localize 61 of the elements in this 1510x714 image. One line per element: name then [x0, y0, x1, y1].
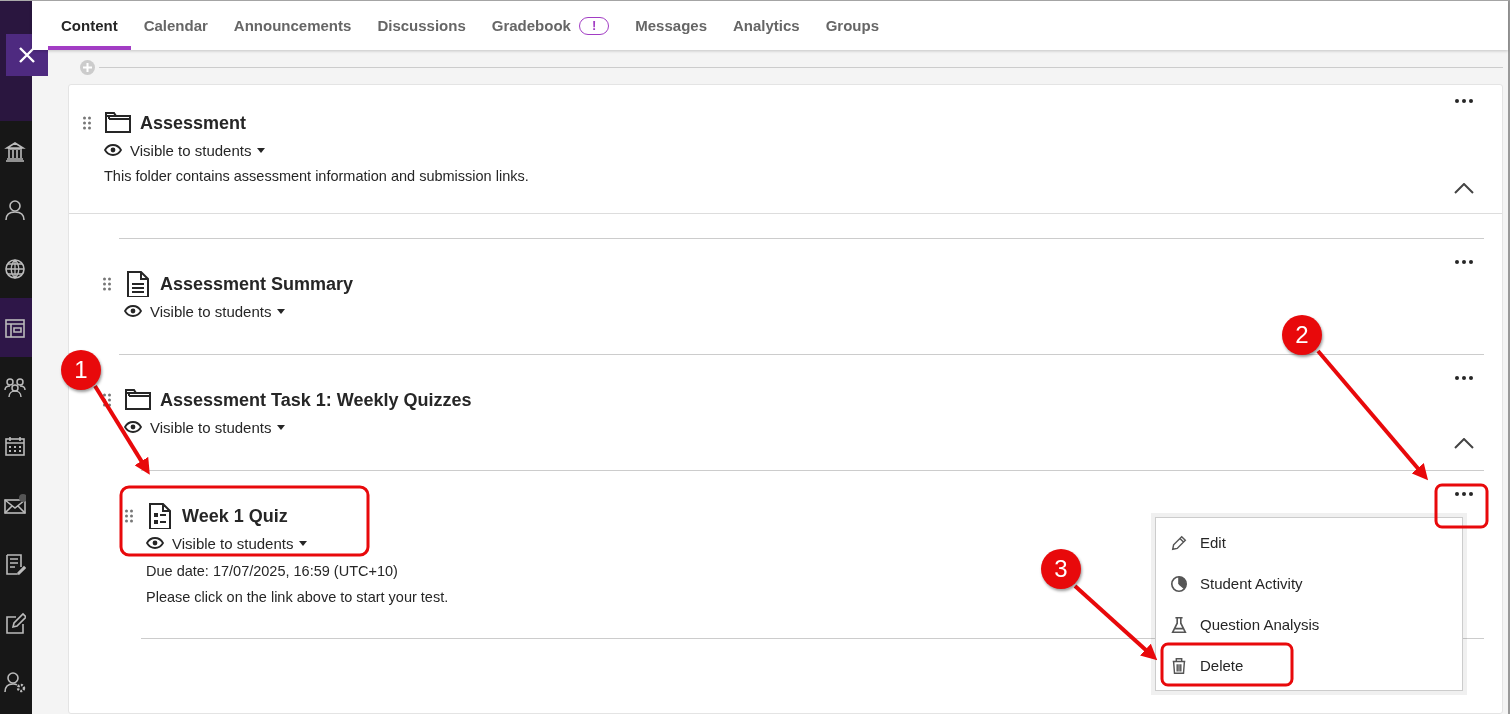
pencil-icon [1170, 533, 1188, 552]
drag-handle-icon[interactable] [103, 277, 111, 291]
item-description: Due date: 17/07/2025, 16:59 (UTC+10) [146, 562, 398, 581]
collapse-button[interactable] [1453, 436, 1475, 450]
grades-icon[interactable] [4, 552, 26, 575]
eye-icon [104, 144, 122, 156]
ellipsis-icon [1455, 260, 1473, 264]
quiz-icon [146, 503, 174, 529]
profile-icon[interactable] [4, 198, 26, 221]
ellipsis-icon [1455, 492, 1473, 496]
tab[interactable]: Calendar [130, 1, 221, 50]
tab[interactable]: Messages [622, 1, 720, 50]
tab[interactable]: Content [48, 1, 131, 50]
highlight-frame [1434, 483, 1489, 529]
calendar-icon[interactable] [4, 434, 26, 457]
folder-icon [104, 110, 132, 136]
folder-icon [124, 387, 152, 413]
menu-item[interactable]: Question Analysis [1156, 604, 1462, 645]
eye-icon [146, 537, 164, 549]
tab[interactable]: Announcements [220, 1, 365, 50]
menu-item[interactable]: Student Activity [1156, 563, 1462, 604]
item-description: Please click on the link above to start your test. [146, 588, 449, 607]
eye-icon [124, 421, 142, 433]
drag-handle-icon[interactable] [83, 116, 91, 130]
caret-icon [277, 424, 286, 430]
course-icon[interactable] [4, 316, 26, 339]
tab[interactable]: Gradebook ! [478, 1, 623, 50]
caret-icon [257, 147, 266, 153]
document-icon [124, 271, 152, 297]
drag-handle-icon[interactable] [125, 509, 133, 523]
eye-icon [124, 305, 142, 317]
globe-icon[interactable] [4, 257, 26, 280]
item-description: This folder contains assessment information and submission links. [104, 167, 529, 186]
people-icon[interactable] [4, 375, 26, 398]
item-title[interactable]: Week 1 Quiz [182, 505, 288, 527]
tab[interactable]: Groups [812, 1, 893, 50]
pie-chart-icon [1170, 574, 1188, 593]
menu-item[interactable]: Edit [1156, 522, 1462, 563]
mail-icon[interactable] [4, 493, 26, 516]
visibility-dropdown[interactable]: Visible to students [124, 412, 286, 442]
edit-icon[interactable] [4, 611, 26, 634]
trash-icon [1170, 656, 1188, 675]
visibility-dropdown[interactable]: Visible to students [124, 296, 286, 326]
user-gear-icon[interactable] [4, 670, 26, 693]
institution-icon[interactable] [4, 139, 26, 162]
ellipsis-icon [1455, 376, 1473, 380]
collapse-button[interactable] [1453, 181, 1475, 195]
caret-icon [299, 540, 308, 546]
tab[interactable]: Discussions [364, 1, 479, 50]
visibility-dropdown[interactable]: Visible to students [104, 135, 266, 165]
visibility-dropdown[interactable]: Visible to students [146, 528, 308, 558]
caret-icon [277, 308, 286, 314]
tab[interactable]: Analytics [720, 1, 813, 50]
item-title[interactable]: Assessment Task 1: Weekly Quizzes [160, 389, 472, 411]
item-title[interactable]: Assessment [140, 112, 247, 134]
ellipsis-icon [1455, 99, 1473, 103]
menu-item[interactable]: Delete [1156, 645, 1462, 686]
flask-icon [1170, 615, 1188, 634]
step-number: 1 [61, 350, 101, 390]
drag-handle-icon[interactable] [103, 393, 111, 407]
item-title[interactable]: Assessment Summary [160, 273, 354, 295]
